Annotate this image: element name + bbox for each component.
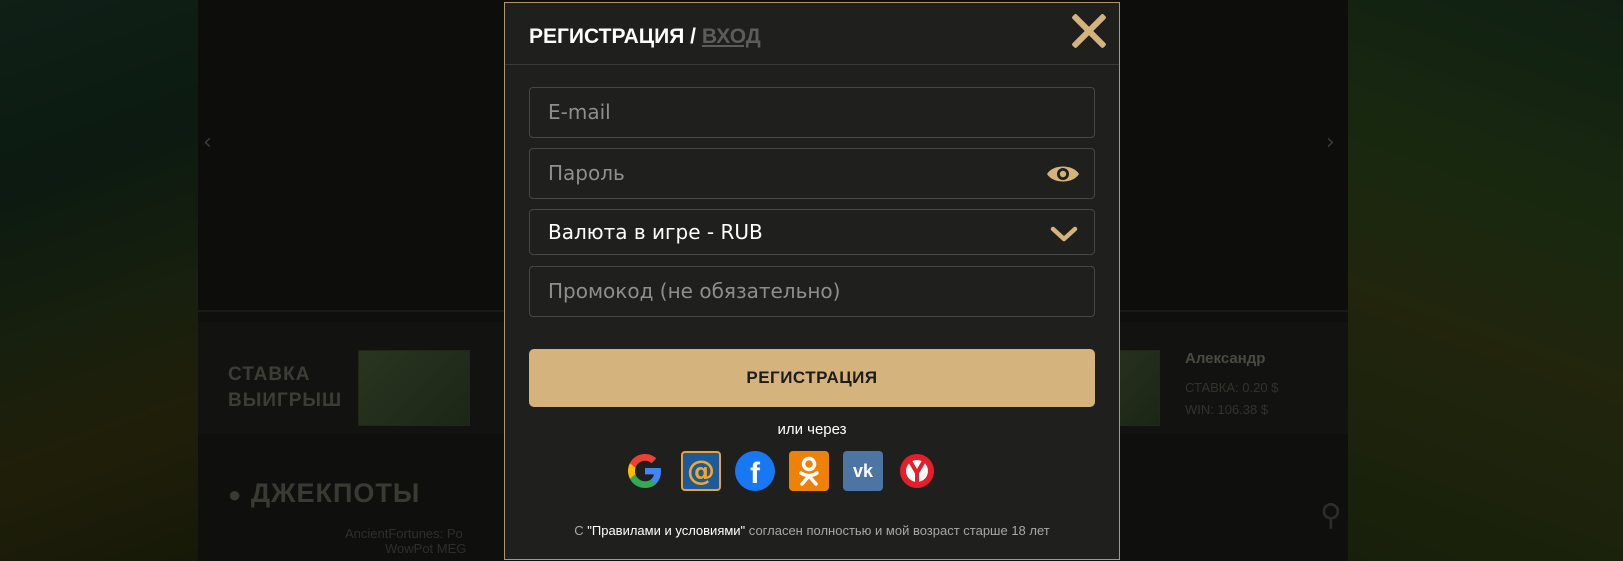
modal-header: РЕГИСТРАЦИЯ / ВХОД	[505, 3, 1119, 65]
banner-next-arrow-icon[interactable]: ›	[1326, 130, 1335, 155]
background-scenery-right	[1348, 0, 1623, 561]
jackpot-item[interactable]: AncientFortunes: Po WowPot MEG	[345, 526, 466, 556]
currency-select-value: Валюта в игре - RUB	[548, 220, 763, 244]
registration-modal: РЕГИСТРАЦИЯ / ВХОД Валюта в игре - RUB	[504, 2, 1120, 560]
eye-icon[interactable]	[1046, 163, 1080, 185]
moneybag-icon: ●	[228, 482, 243, 507]
yandex-icon[interactable]	[897, 451, 937, 491]
google-icon[interactable]	[625, 451, 665, 491]
password-input[interactable]	[548, 149, 1028, 198]
jackpot-item-line2: WowPot MEG	[385, 541, 467, 556]
close-icon[interactable]	[1069, 11, 1109, 51]
background-scenery-left	[0, 0, 198, 561]
email-input[interactable]	[548, 88, 1028, 137]
bet-label: СТАВКА	[228, 364, 311, 385]
currency-select[interactable]: Валюта в игре - RUB	[529, 209, 1095, 255]
winner-name: Александр	[1185, 350, 1266, 367]
vk-icon[interactable]: vk	[843, 451, 883, 491]
email-field[interactable]	[529, 87, 1095, 138]
jackpot-item-line1: AncientFortunes: Po	[345, 526, 463, 541]
winners-label: СТАВКА ВЫИГРЫШ	[228, 362, 342, 414]
jackpots-title-text: ДЖЕКПОТЫ	[250, 478, 421, 508]
password-field[interactable]	[529, 148, 1095, 199]
facebook-icon[interactable]: f	[735, 451, 775, 491]
page: ‹ › СТАВКА ВЫИГРЫШ Александр СТАВКА: 0.2…	[0, 0, 1623, 561]
mailru-icon[interactable]: @	[681, 451, 721, 491]
terms-link[interactable]: "Правилами и условиями"	[587, 523, 745, 538]
odnoklassniki-icon[interactable]	[789, 451, 829, 491]
terms-text: С "Правилами и условиями" согласен полно…	[505, 523, 1119, 538]
win-label: ВЫИГРЫШ	[228, 390, 343, 411]
jackpots-title: ● ДЖЕКПОТЫ	[228, 478, 420, 509]
winner-bet: СТАВКА: 0.20 $	[1185, 380, 1279, 395]
banner-prev-arrow-icon[interactable]: ‹	[203, 130, 212, 155]
login-tab-link[interactable]: ВХОД	[702, 25, 761, 48]
modal-title: РЕГИСТРАЦИЯ / ВХОД	[529, 25, 761, 49]
winner-game-thumbnail[interactable]	[358, 350, 470, 426]
chevron-down-icon	[1050, 226, 1078, 242]
winner-win: WIN: 106.38 $	[1185, 402, 1269, 417]
search-icon[interactable]: ⚲	[1320, 498, 1342, 533]
terms-suffix: согласен полностью и мой возраст старше …	[745, 523, 1050, 538]
promocode-field[interactable]	[529, 266, 1095, 317]
register-tab: РЕГИСТРАЦИЯ /	[529, 25, 697, 48]
promocode-input[interactable]	[548, 267, 1028, 316]
terms-prefix: С	[574, 523, 588, 538]
or-via-label: или через	[777, 421, 847, 438]
register-button[interactable]: РЕГИСТРАЦИЯ	[529, 349, 1095, 407]
